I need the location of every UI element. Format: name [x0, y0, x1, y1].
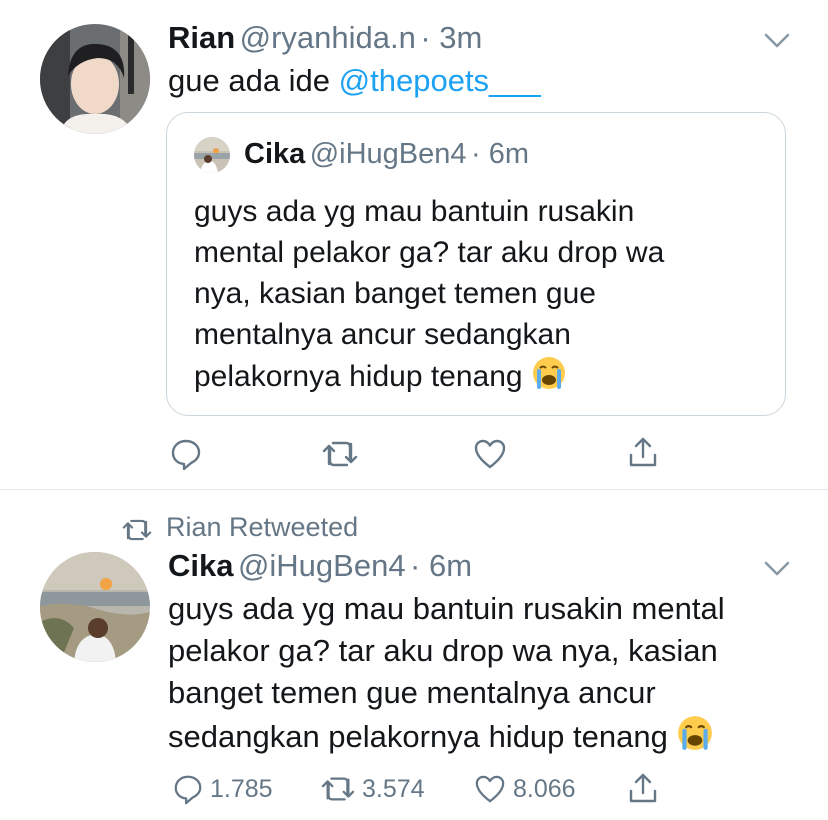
tweet1-header: Rian @ryanhida.n · 3m: [168, 20, 482, 56]
tweet-line-last: sedangkan pelakornya hidup tenang: [168, 714, 725, 763]
heart-icon: [473, 774, 507, 804]
retweet-icon: [318, 773, 358, 805]
tweet-line: banget temen gue mentalnya ancur: [168, 675, 656, 710]
mention-link[interactable]: @thepoets___: [339, 63, 541, 98]
timestamp[interactable]: · 6m: [410, 548, 472, 583]
quoted-line-last: pelakornya hidup tenang: [194, 355, 664, 402]
tweet2-header: Cika @iHugBen4 · 6m: [168, 548, 472, 584]
chevron-down-icon[interactable]: [763, 32, 791, 55]
avatar-cika[interactable]: [40, 552, 150, 662]
tweet2-text: guys ada yg mau bantuin rusakin mental p…: [168, 588, 725, 763]
divider: [0, 489, 828, 490]
crying-face-icon: [676, 714, 714, 763]
quoted-line: pelakornya hidup tenang: [194, 360, 523, 393]
avatar-rian[interactable]: [40, 24, 150, 134]
quoted-author-name: Cika: [244, 138, 306, 170]
author-name[interactable]: Rian: [168, 20, 235, 55]
tweet-line: guys ada yg mau bantuin rusakin mental: [168, 591, 725, 626]
share-icon[interactable]: [627, 435, 659, 469]
crying-face-icon: [531, 355, 567, 402]
heart-icon[interactable]: [473, 438, 507, 470]
like-count: 8.066: [513, 774, 576, 803]
quoted-header: Cika @iHugBen4 · 6m: [244, 138, 529, 171]
timestamp[interactable]: · 3m: [420, 20, 482, 55]
avatar-cika-small[interactable]: [194, 137, 230, 173]
quoted-line: nya, kasian banget temen gue: [194, 277, 596, 310]
quoted-line: mental pelakor ga? tar aku drop wa: [194, 236, 665, 269]
author-handle[interactable]: @iHugBen4: [238, 548, 406, 583]
share-icon[interactable]: [627, 771, 659, 805]
retweeted-by-label[interactable]: Rian Retweeted: [166, 512, 358, 543]
like-button[interactable]: 8.066: [473, 774, 576, 804]
quoted-line: guys ada yg mau bantuin rusakin: [194, 195, 635, 228]
retweet-icon[interactable]: [320, 437, 360, 471]
tweet1-text: gue ada ide @thepoets___: [168, 60, 541, 102]
retweet-count: 3.574: [362, 774, 425, 803]
reply-icon: [172, 773, 204, 805]
quoted-line: mentalnya ancur sedangkan: [194, 318, 571, 351]
author-handle[interactable]: @ryanhida.n: [240, 20, 416, 55]
reply-button[interactable]: 1.785: [172, 773, 273, 805]
quoted-timestamp: · 6m: [470, 138, 529, 170]
retweet-button[interactable]: 3.574: [318, 773, 425, 805]
reply-icon[interactable]: [169, 437, 203, 471]
tweet-line: sedangkan pelakornya hidup tenang: [168, 719, 668, 754]
quoted-tweet-text: guys ada yg mau bantuin rusakin mental p…: [194, 191, 664, 402]
tweet-line: pelakor ga? tar aku drop wa nya, kasian: [168, 633, 718, 668]
tweet-text: gue ada ide: [168, 63, 339, 98]
reply-count: 1.785: [210, 774, 273, 803]
author-name[interactable]: Cika: [168, 548, 233, 583]
chevron-down-icon[interactable]: [763, 560, 791, 583]
quoted-author-handle: @iHugBen4: [309, 138, 467, 170]
retweet-small-icon: [120, 516, 154, 549]
